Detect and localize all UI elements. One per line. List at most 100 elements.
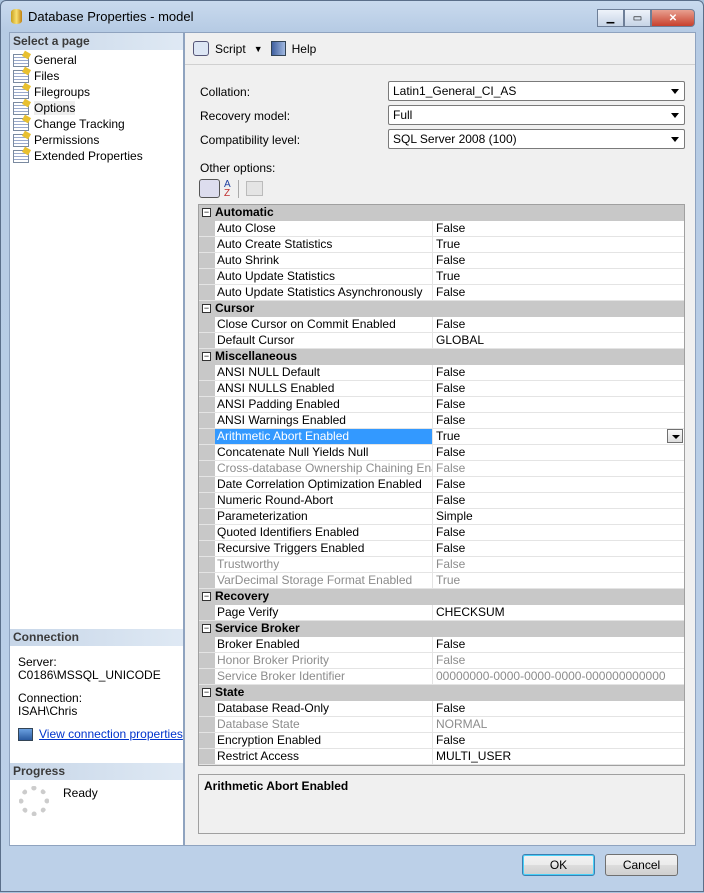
cancel-button[interactable]: Cancel <box>605 854 678 876</box>
page-item-label: Files <box>34 69 60 83</box>
view-connection-properties-link[interactable]: View connection properties <box>39 728 183 741</box>
property-pages-button[interactable] <box>245 181 263 196</box>
alphabetical-sort-button[interactable]: AZ <box>224 179 231 198</box>
property-name: Recursive Triggers Enabled <box>215 541 433 556</box>
category-miscellaneous[interactable]: − Miscellaneous <box>199 349 684 365</box>
script-button[interactable]: Script <box>215 42 246 56</box>
property-row[interactable]: Broker Enabled False <box>199 637 684 653</box>
property-value[interactable]: True <box>433 269 684 284</box>
property-row[interactable]: ANSI NULLS Enabled False <box>199 381 684 397</box>
property-row[interactable]: Close Cursor on Commit Enabled False <box>199 317 684 333</box>
ok-button[interactable]: OK <box>522 854 595 876</box>
property-value[interactable]: False <box>433 365 684 380</box>
property-row[interactable]: Honor Broker Priority False <box>199 653 684 669</box>
page-item-permissions[interactable]: Permissions <box>13 132 183 148</box>
property-row[interactable]: Auto Update Statistics True <box>199 269 684 285</box>
collapse-icon[interactable]: − <box>202 592 211 601</box>
property-value[interactable]: False <box>433 493 684 508</box>
property-row[interactable]: Date Correlation Optimization Enabled Fal… <box>199 477 684 493</box>
property-value[interactable]: False <box>433 461 684 476</box>
property-value[interactable]: False <box>433 413 684 428</box>
property-row[interactable]: Auto Create Statistics True <box>199 237 684 253</box>
property-value[interactable]: False <box>433 317 684 332</box>
property-value[interactable]: False <box>433 285 684 300</box>
property-row[interactable]: Encryption Enabled False <box>199 733 684 749</box>
property-row[interactable]: Cross-database Ownership Chaining Enable… <box>199 461 684 477</box>
property-value[interactable]: 00000000-0000-0000-0000-000000000000 <box>433 669 684 684</box>
property-value[interactable]: False <box>433 221 684 236</box>
category-cursor[interactable]: − Cursor <box>199 301 684 317</box>
row-gutter <box>199 477 215 492</box>
property-row[interactable]: ANSI Padding Enabled False <box>199 397 684 413</box>
property-row[interactable]: Auto Shrink False <box>199 253 684 269</box>
property-value[interactable]: True <box>433 429 684 444</box>
collapse-icon[interactable]: − <box>202 624 211 633</box>
property-value[interactable]: False <box>433 477 684 492</box>
property-row[interactable]: ANSI NULL Default False <box>199 365 684 381</box>
property-row[interactable]: Trustworthy False <box>199 557 684 573</box>
page-item-options[interactable]: Options <box>13 100 183 116</box>
property-value-text: False <box>436 365 466 379</box>
maximize-button[interactable]: ▭ <box>624 9 651 27</box>
category-state[interactable]: − State <box>199 685 684 701</box>
minimize-button[interactable]: ▁ <box>597 9 624 27</box>
property-value[interactable]: NORMAL <box>433 717 684 732</box>
property-row[interactable]: Default Cursor GLOBAL <box>199 333 684 349</box>
collapse-icon[interactable]: − <box>202 208 211 217</box>
property-value[interactable]: False <box>433 653 684 668</box>
property-value[interactable]: False <box>433 557 684 572</box>
property-row[interactable]: Database State NORMAL <box>199 717 684 733</box>
property-row[interactable]: Database Read-Only False <box>199 701 684 717</box>
property-row[interactable]: Auto Update Statistics Asynchronously Fal… <box>199 285 684 301</box>
property-value[interactable]: False <box>433 253 684 268</box>
help-button[interactable]: Help <box>292 42 317 56</box>
property-value[interactable]: CHECKSUM <box>433 605 684 620</box>
property-row[interactable]: Recursive Triggers Enabled False <box>199 541 684 557</box>
property-value[interactable]: False <box>433 733 684 748</box>
property-row[interactable]: Restrict Access MULTI_USER <box>199 749 684 765</box>
property-row[interactable]: Service Broker Identifier 00000000-0000-0… <box>199 669 684 685</box>
property-row[interactable]: Page Verify CHECKSUM <box>199 605 684 621</box>
property-value[interactable]: False <box>433 701 684 716</box>
recovery-model-select[interactable]: Full <box>388 105 685 125</box>
property-value[interactable]: False <box>433 525 684 540</box>
property-value[interactable]: False <box>433 397 684 412</box>
property-value[interactable]: True <box>433 237 684 252</box>
close-button[interactable]: ✕ <box>651 9 695 27</box>
property-row[interactable]: Auto Close False <box>199 221 684 237</box>
property-row[interactable]: Parameterization Simple <box>199 509 684 525</box>
progress-header: Progress <box>10 763 183 780</box>
collation-select[interactable]: Latin1_General_CI_AS <box>388 81 685 101</box>
property-value[interactable]: False <box>433 541 684 556</box>
property-value[interactable]: Simple <box>433 509 684 524</box>
property-row[interactable]: Numeric Round-Abort False <box>199 493 684 509</box>
collapse-icon[interactable]: − <box>202 304 211 313</box>
collapse-icon[interactable]: − <box>202 688 211 697</box>
page-item-extended-properties[interactable]: Extended Properties <box>13 148 183 164</box>
page-item-files[interactable]: Files <box>13 68 183 84</box>
script-dropdown-icon[interactable]: ▼ <box>254 44 263 54</box>
property-value[interactable]: MULTI_USER <box>433 749 684 764</box>
property-row[interactable]: Arithmetic Abort Enabled True <box>199 429 684 445</box>
compatibility-level-select[interactable]: SQL Server 2008 (100) <box>388 129 685 149</box>
categorized-view-button[interactable] <box>199 179 220 198</box>
property-value[interactable]: False <box>433 381 684 396</box>
collapse-icon[interactable]: − <box>202 352 211 361</box>
category-automatic[interactable]: − Automatic <box>199 205 684 221</box>
page-item-change-tracking[interactable]: Change Tracking <box>13 116 183 132</box>
property-name: Trustworthy <box>215 557 433 572</box>
page-item-general[interactable]: General <box>13 52 183 68</box>
property-value[interactable]: False <box>433 445 684 460</box>
property-row[interactable]: ANSI Warnings Enabled False <box>199 413 684 429</box>
property-row[interactable]: VarDecimal Storage Format Enabled True <box>199 573 684 589</box>
property-row[interactable]: Concatenate Null Yields Null False <box>199 445 684 461</box>
value-dropdown-button[interactable] <box>667 429 683 443</box>
property-value[interactable]: GLOBAL <box>433 333 684 348</box>
page-item-filegroups[interactable]: Filegroups <box>13 84 183 100</box>
page-item-label: Permissions <box>34 133 100 147</box>
property-value[interactable]: False <box>433 637 684 652</box>
property-row[interactable]: Quoted Identifiers Enabled False <box>199 525 684 541</box>
category-recovery[interactable]: − Recovery <box>199 589 684 605</box>
category-service-broker[interactable]: − Service Broker <box>199 621 684 637</box>
property-value[interactable]: True <box>433 573 684 588</box>
